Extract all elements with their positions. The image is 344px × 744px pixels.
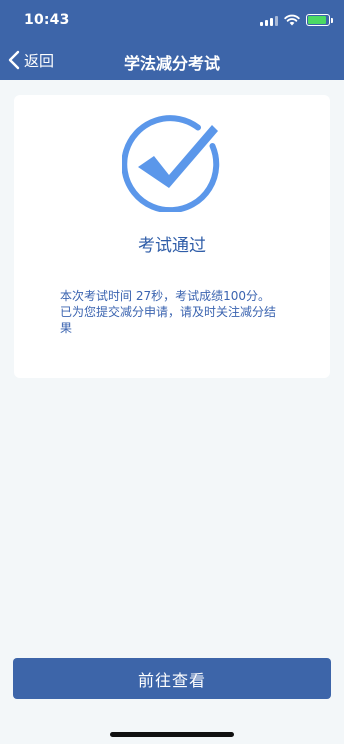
check-circle-icon bbox=[122, 115, 220, 212]
nav-bar: 返回 学法减分考试 bbox=[0, 40, 344, 80]
cellular-signal-icon bbox=[260, 15, 278, 26]
home-indicator bbox=[110, 732, 234, 737]
wifi-icon bbox=[284, 14, 300, 26]
status-icons bbox=[260, 14, 333, 26]
result-description: 本次考试时间 27秒，考试成绩100分。已为您提交减分申请，请及时关注减分结果 bbox=[60, 289, 277, 335]
view-button[interactable]: 前往查看 bbox=[13, 658, 331, 699]
status-bar: 10:43 bbox=[0, 0, 344, 40]
result-title: 考试通过 bbox=[138, 236, 206, 256]
battery-icon bbox=[306, 14, 333, 26]
status-time: 10:43 bbox=[24, 12, 70, 28]
page-title: 学法减分考试 bbox=[123, 54, 220, 73]
app-header: 10:43 返回 学法减分考试 bbox=[0, 0, 344, 80]
result-card: 考试通过 本次考试时间 27秒，考试成绩100分。已为您提交减分申请，请及时关注… bbox=[14, 95, 330, 378]
